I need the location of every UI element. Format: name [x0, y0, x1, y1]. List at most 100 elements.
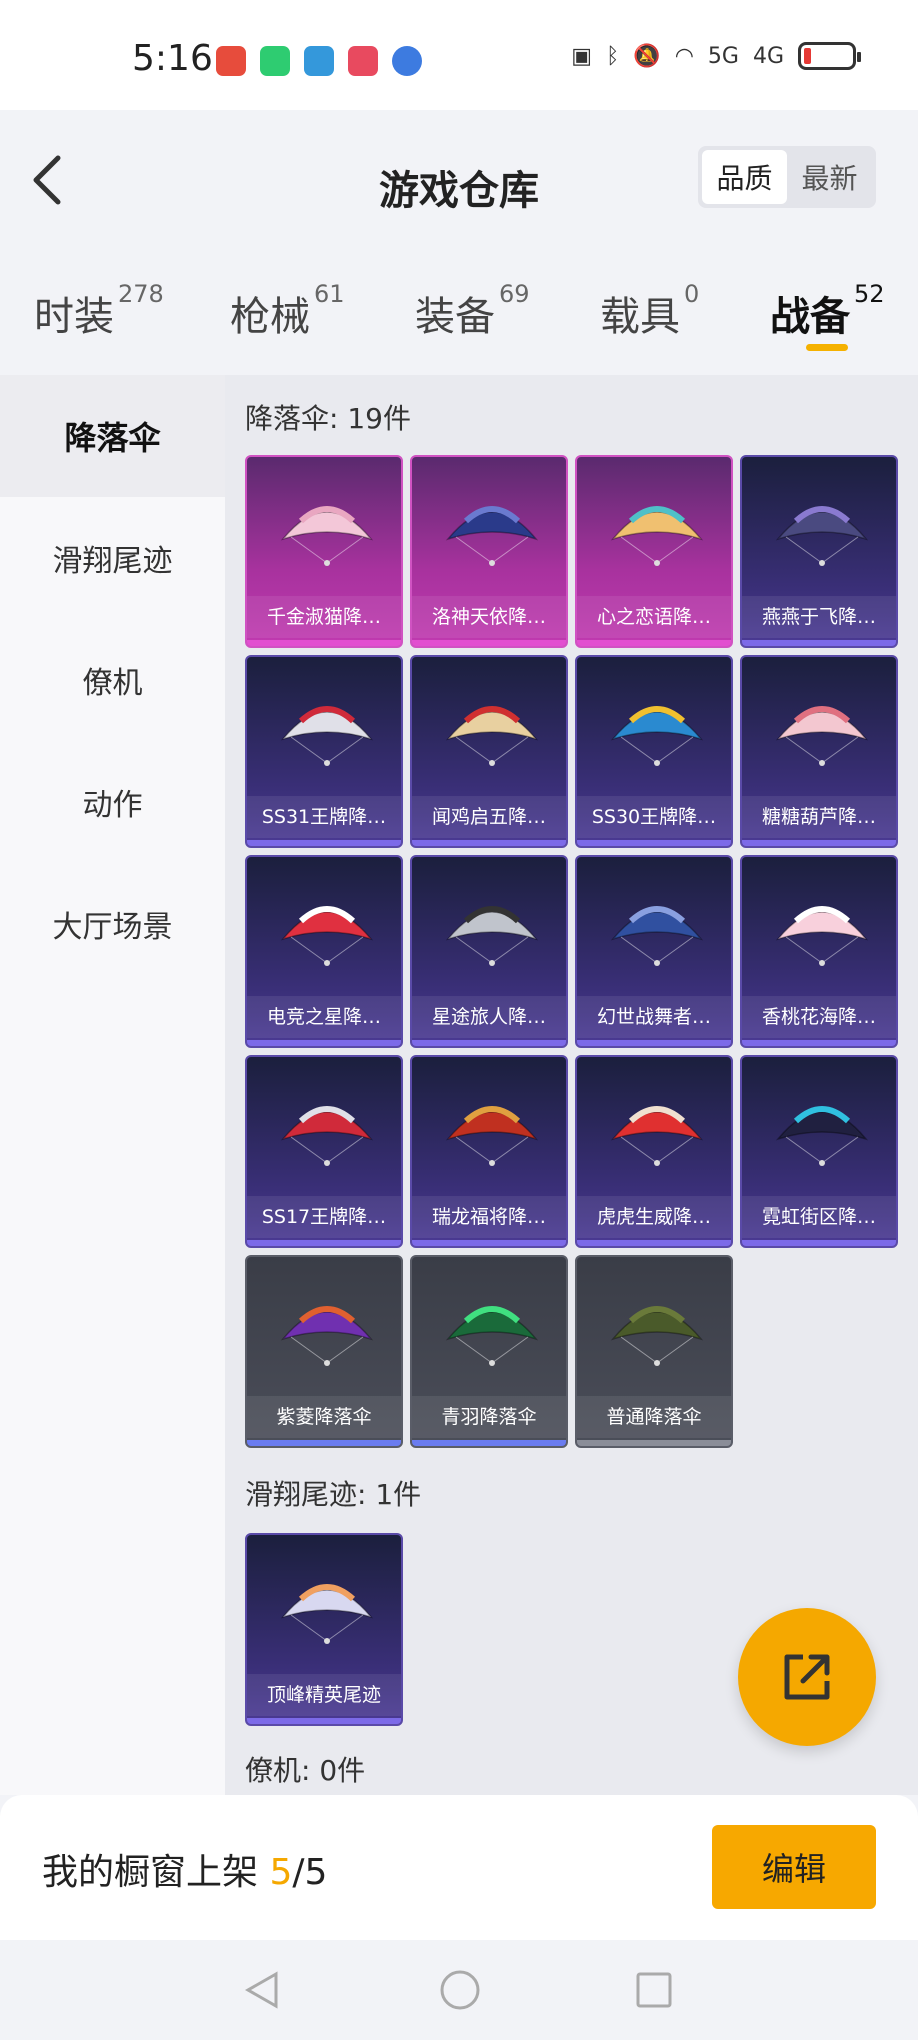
sidebar-item-parachute[interactable]: 降落伞	[0, 375, 225, 497]
showcase-bar: 我的橱窗上架 5/5 编辑	[0, 1795, 918, 1940]
item-image	[775, 906, 869, 966]
parachute-card[interactable]: SS17王牌降…	[245, 1055, 403, 1248]
tab-label: 时装	[34, 294, 114, 340]
section-title-wingman: 僚机: 0件	[245, 1754, 366, 1787]
item-name: 闻鸡启五降…	[412, 796, 566, 838]
rarity-bar	[742, 640, 896, 646]
parachute-card[interactable]: 幻世战舞者…	[575, 855, 733, 1048]
tab-count: 278	[118, 280, 164, 308]
parachute-card[interactable]: 霓虹街区降…	[740, 1055, 898, 1248]
parachute-card[interactable]: 瑞龙福将降…	[410, 1055, 568, 1248]
item-name: SS30王牌降…	[577, 796, 731, 838]
tab-fashion[interactable]: 时装 278	[34, 280, 164, 342]
parachute-card[interactable]: 心之恋语降…	[575, 455, 733, 648]
item-image	[280, 1106, 374, 1166]
item-name: 糖糖葫芦降…	[742, 796, 896, 838]
status-time: 5:16	[132, 38, 213, 79]
parachute-card[interactable]: 虎虎生威降…	[575, 1055, 733, 1248]
rarity-bar	[577, 840, 731, 846]
item-image	[610, 506, 704, 566]
item-name: 香桃花海降…	[742, 996, 896, 1038]
nfc-icon: ▣	[571, 43, 593, 69]
item-grid-area: 降落伞: 19件 千金淑猫降… 洛神天依降… 心之恋语降… 燕燕于飞降… SS31王牌降…	[225, 375, 918, 1795]
section-title-parachute: 降落伞: 19件	[245, 402, 411, 435]
item-name: 顶峰精英尾迹	[247, 1674, 401, 1716]
parachute-card[interactable]: 千金淑猫降…	[245, 455, 403, 648]
rarity-bar	[247, 1440, 401, 1446]
parachute-card[interactable]: SS31王牌降…	[245, 655, 403, 848]
item-image	[280, 906, 374, 966]
mute-icon: 🔕	[633, 43, 661, 69]
tab-vehicles[interactable]: 载具 0	[600, 280, 699, 342]
battery-icon	[798, 42, 861, 70]
item-image	[445, 906, 539, 966]
notification-icons	[216, 46, 422, 76]
sidebar-item-trail[interactable]: 滑翔尾迹	[0, 497, 225, 619]
parachute-card[interactable]: 青羽降落伞	[410, 1255, 568, 1448]
parachute-card[interactable]: 香桃花海降…	[740, 855, 898, 1048]
item-image	[445, 1106, 539, 1166]
rarity-bar	[247, 1040, 401, 1046]
rarity-bar	[412, 1040, 566, 1046]
active-tab-indicator	[806, 344, 848, 351]
item-name: SS17王牌降…	[247, 1196, 401, 1238]
item-image	[280, 506, 374, 566]
category-tabs: 时装 278 枪械 61 装备 69 载具 0 战备 52	[0, 250, 918, 375]
showcase-total: /5	[292, 1852, 328, 1893]
sidebar-item-lobby[interactable]: 大厅场景	[0, 863, 225, 985]
nav-back-icon[interactable]	[240, 1968, 284, 2012]
tab-count: 69	[499, 280, 530, 308]
status-indicators: ▣ ᛒ 🔕 ◠ 5G 4G	[571, 42, 861, 70]
rarity-bar	[247, 640, 401, 646]
sidebar-item-wingman[interactable]: 僚机	[0, 619, 225, 741]
item-image	[775, 1106, 869, 1166]
rarity-bar	[577, 1040, 731, 1046]
trail-card[interactable]: 顶峰精英尾迹	[245, 1533, 403, 1726]
parachute-card[interactable]: 电竞之星降…	[245, 855, 403, 1048]
parachute-card[interactable]: SS30王牌降…	[575, 655, 733, 848]
parachute-card[interactable]: 糖糖葫芦降…	[740, 655, 898, 848]
tab-supplies[interactable]: 战备 52	[770, 280, 885, 342]
parachute-card[interactable]: 星途旅人降…	[410, 855, 568, 1048]
status-bar: 5:16 ▣ ᛒ 🔕 ◠ 5G 4G	[0, 0, 918, 110]
tab-label: 装备	[415, 294, 495, 340]
rarity-bar	[577, 1440, 731, 1446]
item-name: 电竞之星降…	[247, 996, 401, 1038]
parachute-card[interactable]: 闻鸡启五降…	[410, 655, 568, 848]
sidebar-item-emote[interactable]: 动作	[0, 741, 225, 863]
item-name: SS31王牌降…	[247, 796, 401, 838]
sidebar: 降落伞 滑翔尾迹 僚机 动作 大厅场景	[0, 375, 225, 1795]
parachute-card[interactable]: 燕燕于飞降…	[740, 455, 898, 648]
app-notification-icon	[216, 46, 246, 76]
item-name: 瑞龙福将降…	[412, 1196, 566, 1238]
rarity-bar	[247, 1240, 401, 1246]
tab-equipment[interactable]: 装备 69	[415, 280, 530, 342]
item-image	[280, 1584, 374, 1644]
header: 游戏仓库 品质 最新	[0, 110, 918, 250]
share-button[interactable]	[738, 1608, 876, 1746]
parachute-card[interactable]: 普通降落伞	[575, 1255, 733, 1448]
rarity-bar	[577, 640, 731, 646]
tab-weapons[interactable]: 枪械 61	[230, 280, 345, 342]
edit-button[interactable]: 编辑	[712, 1825, 876, 1909]
parachute-card[interactable]: 洛神天依降…	[410, 455, 568, 648]
nav-recent-icon[interactable]	[632, 1968, 676, 2012]
book-icon	[348, 46, 378, 76]
parachute-card[interactable]: 紫菱降落伞	[245, 1255, 403, 1448]
item-name: 星途旅人降…	[412, 996, 566, 1038]
sort-quality-button[interactable]: 品质	[702, 150, 787, 204]
showcase-status: 我的橱窗上架 5/5	[42, 1843, 327, 1895]
showcase-current: 5	[269, 1852, 293, 1893]
tab-label: 战备	[770, 294, 850, 340]
item-image	[610, 1106, 704, 1166]
showcase-label: 我的橱窗上架	[42, 1852, 270, 1893]
system-nav-bar	[0, 1940, 918, 2040]
item-name: 燕燕于飞降…	[742, 596, 896, 638]
item-name: 紫菱降落伞	[247, 1396, 401, 1438]
rarity-bar	[412, 1240, 566, 1246]
nav-home-icon[interactable]	[438, 1968, 482, 2012]
item-name: 青羽降落伞	[412, 1396, 566, 1438]
item-name: 幻世战舞者…	[577, 996, 731, 1038]
sort-latest-button[interactable]: 最新	[787, 150, 872, 204]
wechat-icon	[260, 46, 290, 76]
